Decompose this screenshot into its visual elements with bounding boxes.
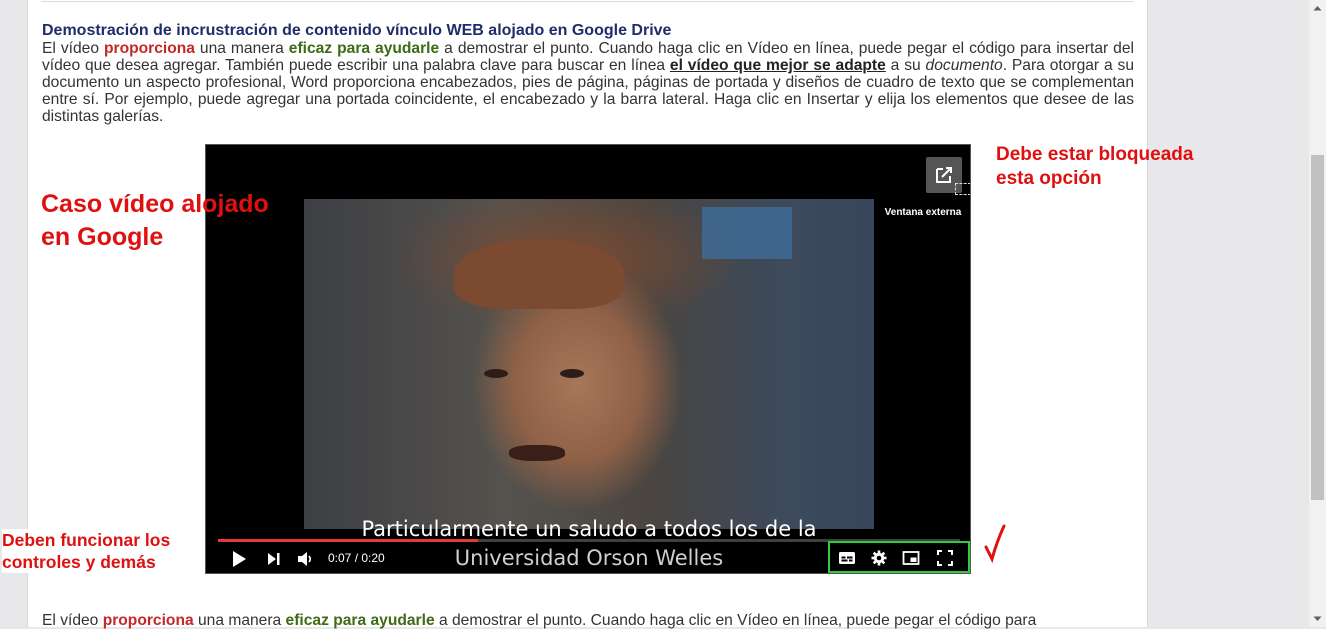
text-run: El vídeo (42, 40, 104, 57)
annotation-controls: Deben funcionar los controles y demás (2, 529, 202, 573)
progress-fill (218, 539, 478, 542)
scroll-down-icon[interactable] (1309, 610, 1326, 627)
text-run: a demostrar el punto. Cuando haga clic e… (434, 612, 1037, 629)
annotation-google-video: Caso vídeo alojado en Google (41, 190, 269, 251)
subject-mouth (509, 445, 565, 461)
annotation-block-option: Debe estar bloqueada esta opción (996, 144, 1194, 189)
top-divider (41, 1, 1134, 2)
fullscreen-icon[interactable] (936, 549, 954, 567)
text-run: a su (885, 57, 926, 74)
play-icon[interactable] (230, 549, 248, 569)
text-run: una manera (194, 40, 289, 57)
intro-paragraph: El vídeo proporciona una manera eficaz p… (42, 40, 1134, 125)
underlined-link[interactable]: el vídeo que mejor se adapte (670, 57, 886, 74)
checkmark-icon (984, 524, 1006, 563)
text-run: El vídeo (42, 612, 103, 629)
video-player[interactable]: Ventana externa Particularmente un salud… (205, 144, 971, 574)
video-frame (304, 199, 874, 529)
subject-eye (484, 369, 508, 378)
scroll-up-icon[interactable] (1309, 0, 1326, 17)
subject-hair (454, 239, 624, 309)
captions-icon[interactable] (838, 549, 856, 567)
highlight-red: proporciona (102, 612, 194, 629)
highlight-red: proporciona (103, 40, 195, 57)
subject-eye (560, 369, 584, 378)
miniplayer-icon[interactable] (902, 549, 920, 567)
section-heading: Demostración de incrustración de conteni… (42, 22, 672, 39)
time-display: 0:07 / 0:20 (328, 551, 385, 565)
controls-highlight-box (828, 541, 970, 573)
repeat-paragraph: El vídeo proporciona una manera eficaz p… (42, 612, 1134, 629)
cursor-drag-box (955, 183, 970, 195)
scrollbar-thumb[interactable] (1311, 155, 1324, 500)
highlight-green: eficaz para ayudarle (288, 40, 440, 57)
open-external-icon (936, 167, 952, 183)
background-poster (702, 207, 792, 259)
next-icon[interactable] (266, 549, 282, 569)
volume-icon[interactable] (296, 549, 314, 569)
text-run: una manera (193, 612, 286, 629)
gear-icon[interactable] (870, 549, 888, 567)
external-window-label: Ventana externa (884, 207, 962, 218)
italic-word: documento (925, 57, 1003, 74)
highlight-green: eficaz para ayudarle (285, 612, 435, 629)
vertical-scrollbar[interactable] (1309, 0, 1326, 627)
